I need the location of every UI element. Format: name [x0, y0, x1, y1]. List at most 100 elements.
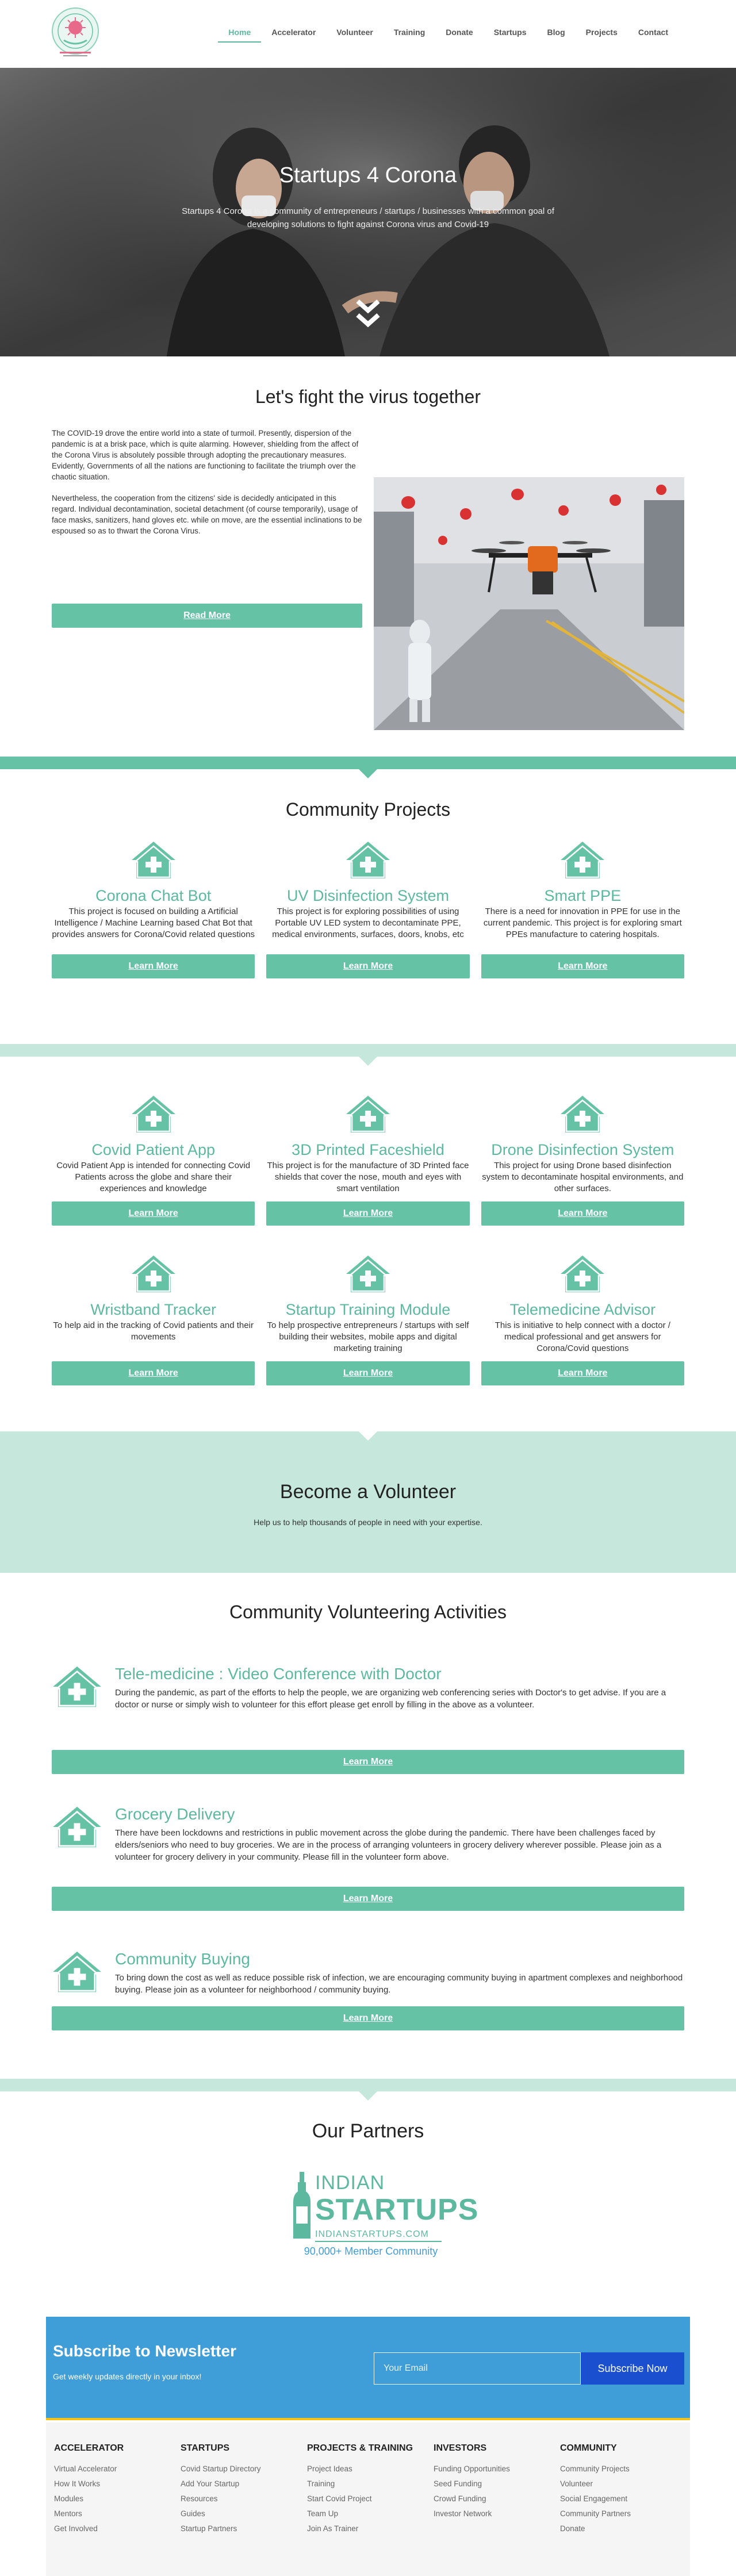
medical-house-icon	[345, 1095, 391, 1134]
email-field[interactable]	[374, 2352, 581, 2385]
indian-startups-logo[interactable]: INDIAN STARTUPS INDIANSTARTUPS.COM 90,00…	[293, 2172, 478, 2264]
hero-text: Startups 4 Corona is a community of entr…	[182, 206, 554, 229]
footer-link[interactable]: How It Works	[54, 2477, 124, 2491]
logo-line-1: INDIAN	[315, 2172, 385, 2194]
footer-link[interactable]: Get Involved	[54, 2521, 124, 2536]
main-nav: Home Accelerator Volunteer Training Dona…	[218, 23, 678, 43]
project-title: UV Disinfection System	[286, 887, 450, 904]
medical-house-icon	[131, 1095, 177, 1134]
learn-more-button[interactable]: Learn More	[266, 954, 470, 978]
site-logo[interactable]	[46, 6, 105, 61]
medical-house-icon	[52, 1805, 102, 1849]
footer-link[interactable]: Community Projects	[560, 2462, 631, 2477]
footer-column-projects-training: PROJECTS & TRAINING Project Ideas Traini…	[307, 2443, 413, 2536]
footer-link[interactable]: Virtual Accelerator	[54, 2462, 124, 2477]
medical-house-icon	[345, 840, 391, 880]
nav-donate[interactable]: Donate	[435, 23, 483, 43]
footer-link[interactable]: Team Up	[307, 2506, 413, 2521]
subscribe-title: Subscribe to Newsletter	[53, 2342, 236, 2360]
footer-link[interactable]: Seed Funding	[434, 2477, 510, 2491]
learn-more-button[interactable]: Learn More	[481, 954, 684, 978]
nav-accelerator[interactable]: Accelerator	[261, 23, 326, 43]
footer-link[interactable]: Join As Trainer	[307, 2521, 413, 2536]
nav-projects[interactable]: Projects	[576, 23, 628, 43]
project-title: Telemedicine Advisor	[509, 1301, 656, 1318]
project-text: This project is for the manufacture of 3…	[267, 1161, 469, 1193]
partners-title: Our Partners	[312, 2120, 424, 2142]
learn-more-button[interactable]: Learn More	[481, 1361, 684, 1385]
footer-column-title: PROJECTS & TRAINING	[307, 2443, 413, 2453]
project-text: To help prospective entrepreneurs / star…	[267, 1320, 469, 1353]
nav-blog[interactable]: Blog	[537, 23, 576, 43]
project-title: Drone Disinfection System	[491, 1141, 674, 1158]
bottle-icon	[293, 2172, 310, 2239]
hero-banner: Startups 4 Corona Startups 4 Corona is a…	[0, 68, 736, 356]
nav-contact[interactable]: Contact	[628, 23, 678, 43]
footer-link[interactable]: Mentors	[54, 2506, 124, 2521]
learn-more-button[interactable]: Learn More	[52, 2006, 684, 2030]
section-divider	[0, 1044, 736, 1066]
volunteer-text: Help us to help thousands of people in n…	[254, 1518, 482, 1527]
projects-title: Community Projects	[285, 799, 451, 820]
activity-text: There have been lockdowns and restrictio…	[115, 1828, 662, 1862]
project-title: 3D Printed Faceshield	[292, 1141, 444, 1158]
fight-paragraph-2: Nevertheless, the cooperation from the c…	[52, 494, 362, 535]
footer-link[interactable]: Investor Network	[434, 2506, 510, 2521]
nav-home[interactable]: Home	[218, 23, 262, 43]
footer-link[interactable]: Startup Partners	[181, 2521, 261, 2536]
footer-link[interactable]: Volunteer	[560, 2477, 631, 2491]
project-title: Startup Training Module	[285, 1301, 451, 1318]
subscribe-text: Get weekly updates directly in your inbo…	[53, 2372, 202, 2381]
hero-title: Startups 4 Corona	[279, 163, 457, 187]
nav-training[interactable]: Training	[384, 23, 435, 43]
activity-community-buying: Community Buying To bring down the cost …	[52, 1950, 684, 2053]
learn-more-button[interactable]: Learn More	[52, 1887, 684, 1911]
project-text: This project is for exploring possibilit…	[272, 907, 464, 939]
community-projects-section: Community Projects Corona Chat Bot This …	[0, 769, 736, 1044]
project-text: This project for using Drone based disin…	[482, 1161, 684, 1193]
project-text: To help aid in the tracking of Covid pat…	[53, 1320, 254, 1342]
medical-house-icon	[52, 1950, 102, 1994]
site-footer: ACCELERATOR Virtual Accelerator How It W…	[46, 2423, 690, 2576]
community-projects-more: Covid Patient App Covid Patient App is i…	[0, 1057, 736, 1431]
site-header: Home Accelerator Volunteer Training Dona…	[0, 0, 736, 68]
projects-row-2: Covid Patient App Covid Patient App is i…	[52, 1095, 684, 1226]
logo-url: INDIANSTARTUPS.COM	[315, 2229, 429, 2239]
activities-title: Community Volunteering Activities	[229, 1602, 507, 1622]
learn-more-button[interactable]: Learn More	[52, 954, 255, 978]
fight-text: The COVID-19 drove the entire world into…	[52, 428, 362, 547]
learn-more-button[interactable]: Learn More	[266, 1361, 470, 1385]
footer-link[interactable]: Crowd Funding	[434, 2491, 510, 2506]
footer-column-title: COMMUNITY	[560, 2443, 617, 2453]
footer-link[interactable]: Modules	[54, 2491, 124, 2506]
footer-link[interactable]: Project Ideas	[307, 2462, 413, 2477]
footer-link[interactable]: Training	[307, 2477, 413, 2491]
footer-link[interactable]: Resources	[181, 2491, 261, 2506]
project-card-corona-chat-bot: Corona Chat Bot This project is focused …	[52, 840, 255, 978]
nav-volunteer[interactable]: Volunteer	[326, 23, 384, 43]
footer-link[interactable]: Guides	[181, 2506, 261, 2521]
learn-more-button[interactable]: Learn More	[266, 1201, 470, 1226]
footer-column-title: STARTUPS	[181, 2443, 230, 2453]
project-text: This is initiative to help connect with …	[494, 1320, 670, 1353]
footer-link[interactable]: Start Covid Project	[307, 2491, 413, 2506]
footer-link[interactable]: Community Partners	[560, 2506, 631, 2521]
footer-link[interactable]: Social Engagement	[560, 2491, 631, 2506]
read-more-button[interactable]: Read More	[52, 604, 362, 628]
nav-startups[interactable]: Startups	[484, 23, 537, 43]
subscribe-button[interactable]: Subscribe Now	[581, 2352, 684, 2385]
footer-link[interactable]: Add Your Startup	[181, 2477, 261, 2491]
footer-column-investors: INVESTORS Funding Opportunities Seed Fun…	[434, 2443, 510, 2521]
footer-link[interactable]: Donate	[560, 2521, 631, 2536]
learn-more-button[interactable]: Learn More	[52, 1361, 255, 1385]
learn-more-button[interactable]: Learn More	[481, 1201, 684, 1226]
project-card-uv-disinfection: UV Disinfection System This project is f…	[266, 840, 470, 978]
footer-link[interactable]: Covid Startup Directory	[181, 2462, 261, 2477]
project-text: There is a need for innovation in PPE fo…	[483, 907, 682, 939]
double-chevron-down-icon[interactable]	[353, 298, 383, 331]
project-text: Covid Patient App is intended for connec…	[56, 1161, 251, 1193]
learn-more-button[interactable]: Learn More	[52, 1750, 684, 1774]
project-card-startup-training: Startup Training Module To help prospect…	[266, 1254, 470, 1385]
learn-more-button[interactable]: Learn More	[52, 1201, 255, 1226]
footer-link[interactable]: Funding Opportunities	[434, 2462, 510, 2477]
